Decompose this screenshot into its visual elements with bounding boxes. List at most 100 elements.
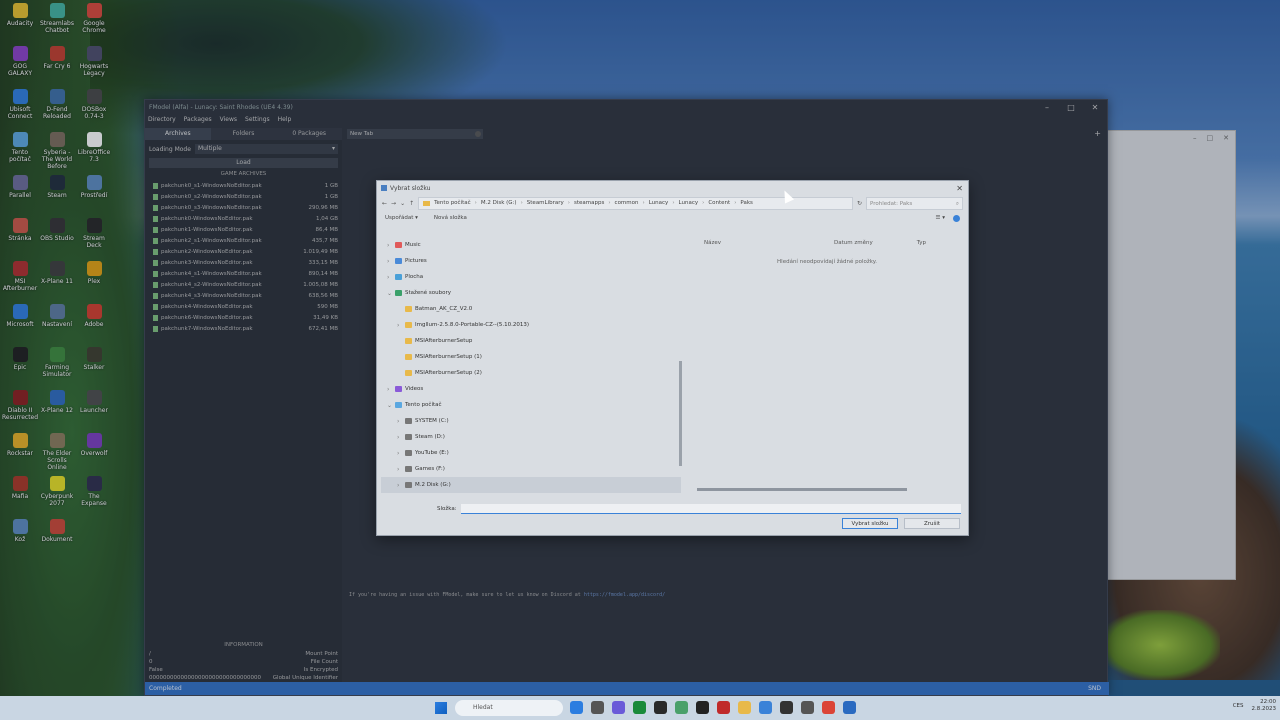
breadcrumb-item[interactable]: Lunacy <box>679 200 699 206</box>
taskbar-app-icon[interactable] <box>780 701 793 714</box>
chevron-down-icon[interactable]: ⌄ <box>400 200 405 207</box>
column-name[interactable]: Název <box>704 240 721 246</box>
tree-item[interactable]: › Steam (D:) <box>381 429 681 445</box>
desktop-icon[interactable]: Stream Deck <box>76 218 112 249</box>
desktop-icon[interactable]: Launcher <box>76 390 112 414</box>
chevron-icon[interactable]: › <box>397 450 405 457</box>
taskbar-app-icon[interactable] <box>591 701 604 714</box>
archive-item[interactable]: pakchunk0_s2-WindowsNoEditor.pak 1 GB <box>145 191 342 202</box>
tab-packages[interactable]: 0 Packages <box>276 128 343 140</box>
tree-item[interactable]: MSIAfterburnerSetup (2) <box>381 365 681 381</box>
new-folder-button[interactable]: Nová složka <box>434 215 467 221</box>
chevron-icon[interactable]: › <box>397 322 405 329</box>
forward-icon[interactable]: → <box>391 200 396 207</box>
breadcrumb-item[interactable]: Content <box>708 200 730 206</box>
tab-folders[interactable]: Folders <box>210 128 277 140</box>
taskbar-app-icon[interactable] <box>759 701 772 714</box>
desktop-icon[interactable]: Mafia <box>2 476 38 500</box>
desktop-icon[interactable]: Stalker <box>76 347 112 371</box>
archive-item[interactable]: pakchunk6-WindowsNoEditor.pak 31,49 KB <box>145 312 342 323</box>
maximize-icon[interactable]: □ <box>1207 131 1214 145</box>
desktop-icon[interactable]: Farming Simulator <box>39 347 75 378</box>
search-input[interactable]: Prohledat: Paks ⌕ <box>866 196 963 210</box>
maximize-icon[interactable]: □ <box>1059 103 1083 112</box>
archive-item[interactable]: pakchunk0_s1-WindowsNoEditor.pak 1 GB <box>145 180 342 191</box>
desktop-icon[interactable]: Tento počítač <box>2 132 38 163</box>
taskbar-app-icon[interactable] <box>696 701 709 714</box>
desktop-icon[interactable]: Rockstar <box>2 433 38 457</box>
archive-item[interactable]: pakchunk1-WindowsNoEditor.pak 86,4 MB <box>145 224 342 235</box>
archive-item[interactable]: pakchunk4-WindowsNoEditor.pak 590 MB <box>145 301 342 312</box>
tree-item[interactable]: › Music <box>381 237 681 253</box>
taskbar-app-icon[interactable] <box>633 701 646 714</box>
tree-item[interactable]: › Pictures <box>381 253 681 269</box>
desktop-icon[interactable]: DOSBox 0.74-3 <box>76 89 112 120</box>
refresh-icon[interactable]: ↻ <box>857 200 862 207</box>
desktop-icon[interactable]: The Expanse <box>76 476 112 507</box>
tree-scrollbar[interactable] <box>679 361 682 466</box>
chevron-icon[interactable]: › <box>397 482 405 489</box>
archive-item[interactable]: pakchunk4_s3-WindowsNoEditor.pak 638,56 M… <box>145 290 342 301</box>
desktop-icon[interactable]: Plex <box>76 261 112 285</box>
chevron-icon[interactable]: › <box>387 258 395 265</box>
clock[interactable]: 22:00 2.8.2023 <box>1252 699 1277 713</box>
taskbar-app-icon[interactable] <box>822 701 835 714</box>
taskbar-app-icon[interactable] <box>612 701 625 714</box>
taskbar-app-icon[interactable] <box>738 701 751 714</box>
tab-new[interactable]: New Tab <box>347 128 483 139</box>
close-tab-icon[interactable] <box>475 130 481 137</box>
column-type[interactable]: Typ <box>917 240 926 246</box>
desktop-icon[interactable]: Hogwarts Legacy <box>76 46 112 77</box>
desktop-icon[interactable]: Diablo II Resurrected <box>2 390 38 421</box>
chevron-icon[interactable]: › <box>397 466 405 473</box>
desktop-icon[interactable]: Ubisoft Connect <box>2 89 38 120</box>
archive-item[interactable]: pakchunk0_s3-WindowsNoEditor.pak 290,96 M… <box>145 202 342 213</box>
archive-item[interactable]: pakchunk2-WindowsNoEditor.pak 1.019,49 MB <box>145 246 342 257</box>
desktop-icon[interactable]: Stránka <box>2 218 38 242</box>
add-tab-icon[interactable]: + <box>1094 129 1101 138</box>
start-button[interactable] <box>435 702 447 714</box>
desktop-icon[interactable]: Streamlabs Chatbot <box>39 3 75 34</box>
desktop-icon[interactable]: Far Cry 6 <box>39 46 75 70</box>
select-folder-button[interactable]: Vybrat složku <box>842 518 898 529</box>
desktop-icon[interactable]: OBS Studio <box>39 218 75 242</box>
breadcrumb-item[interactable]: steamapps <box>574 200 604 206</box>
archive-item[interactable]: pakchunk2_s1-WindowsNoEditor.pak 435,7 MB <box>145 235 342 246</box>
tree-item[interactable]: › YouTube (E:) <box>381 445 681 461</box>
chevron-icon[interactable]: ⌄ <box>387 290 395 297</box>
desktop-icon[interactable]: The Elder Scrolls Online <box>39 433 75 471</box>
desktop-icon[interactable]: X-Plane 12 <box>39 390 75 414</box>
minimize-icon[interactable]: – <box>1035 103 1059 112</box>
breadcrumb-item[interactable]: common <box>615 200 639 206</box>
background-window[interactable]: – □ ✕ <box>1106 130 1236 580</box>
taskbar-app-icon[interactable] <box>801 701 814 714</box>
menu-packages[interactable]: Packages <box>184 116 212 123</box>
back-icon[interactable]: ← <box>382 200 387 207</box>
desktop-icon[interactable]: MSI Afterburner <box>2 261 38 292</box>
desktop-icon[interactable]: Dokument <box>39 519 75 543</box>
tree-item[interactable]: › Imgllum-2.5.8.0-Portable-CZ--(5.10.2013… <box>381 317 681 333</box>
taskbar-app-icon[interactable] <box>654 701 667 714</box>
desktop-icon[interactable]: Epic <box>2 347 38 371</box>
breadcrumb-item[interactable]: M.2 Disk (G:) <box>481 200 517 206</box>
desktop-icon[interactable]: Overwolf <box>76 433 112 457</box>
archive-item[interactable]: pakchunk7-WindowsNoEditor.pak 672,41 MB <box>145 323 342 334</box>
chevron-icon[interactable]: ⌄ <box>387 402 395 409</box>
menu-views[interactable]: Views <box>220 116 237 123</box>
help-icon[interactable] <box>953 214 960 222</box>
chevron-icon[interactable]: › <box>387 274 395 281</box>
archive-item[interactable]: pakchunk3-WindowsNoEditor.pak 333,15 MB <box>145 257 342 268</box>
up-icon[interactable]: ↑ <box>409 200 414 207</box>
cancel-button[interactable]: Zrušit <box>904 518 960 529</box>
view-options-icon[interactable]: ☰ ▾ <box>936 215 945 221</box>
close-icon[interactable]: ✕ <box>956 184 963 193</box>
desktop-icon[interactable]: Microsoft <box>2 304 38 328</box>
breadcrumb-item[interactable]: Tento počítač <box>434 200 471 206</box>
tree-item[interactable]: › SYSTEM (C:) <box>381 413 681 429</box>
taskbar-app-icon[interactable] <box>675 701 688 714</box>
minimize-icon[interactable]: – <box>1193 131 1197 145</box>
taskbar-app-icon[interactable] <box>570 701 583 714</box>
close-icon[interactable]: ✕ <box>1083 103 1107 112</box>
archive-item[interactable]: pakchunk0-WindowsNoEditor.pak 1,04 GB <box>145 213 342 224</box>
breadcrumb-item[interactable]: Lunacy <box>649 200 669 206</box>
